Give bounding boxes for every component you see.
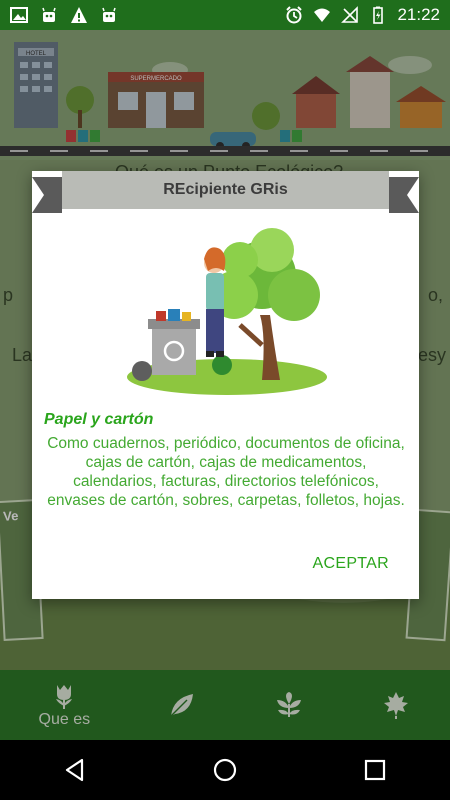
back-icon[interactable] xyxy=(62,757,88,783)
accept-button[interactable]: ACEPTAR xyxy=(313,555,389,573)
home-icon[interactable] xyxy=(212,757,238,783)
android-icon xyxy=(42,7,56,22)
dialog-title: REcipiente GRis xyxy=(163,181,288,198)
alarm-icon xyxy=(286,6,303,24)
system-navigation-bar xyxy=(0,740,450,800)
ribbon-tail-right xyxy=(389,177,419,213)
battery-icon xyxy=(373,6,384,24)
ribbon-tail-left xyxy=(32,177,62,213)
category-description: Como cuadernos, periódico, documentos de… xyxy=(47,435,405,509)
warning-icon xyxy=(71,7,87,23)
wifi-icon xyxy=(314,8,331,22)
image-icon xyxy=(10,7,28,23)
dialog-title-ribbon: REcipiente GRis xyxy=(62,171,389,209)
android-icon-2 xyxy=(102,7,116,22)
clock-time: 21:22 xyxy=(397,5,440,24)
recipient-dialog: REcipiente GRis Papel y cartón Como cuad… xyxy=(32,171,419,599)
status-bar: 21:22 xyxy=(0,0,450,30)
category-title: Papel y cartón xyxy=(44,411,154,428)
recycling-bin-illustration xyxy=(127,228,327,395)
no-signal-icon xyxy=(341,6,359,23)
recents-icon[interactable] xyxy=(362,757,388,783)
